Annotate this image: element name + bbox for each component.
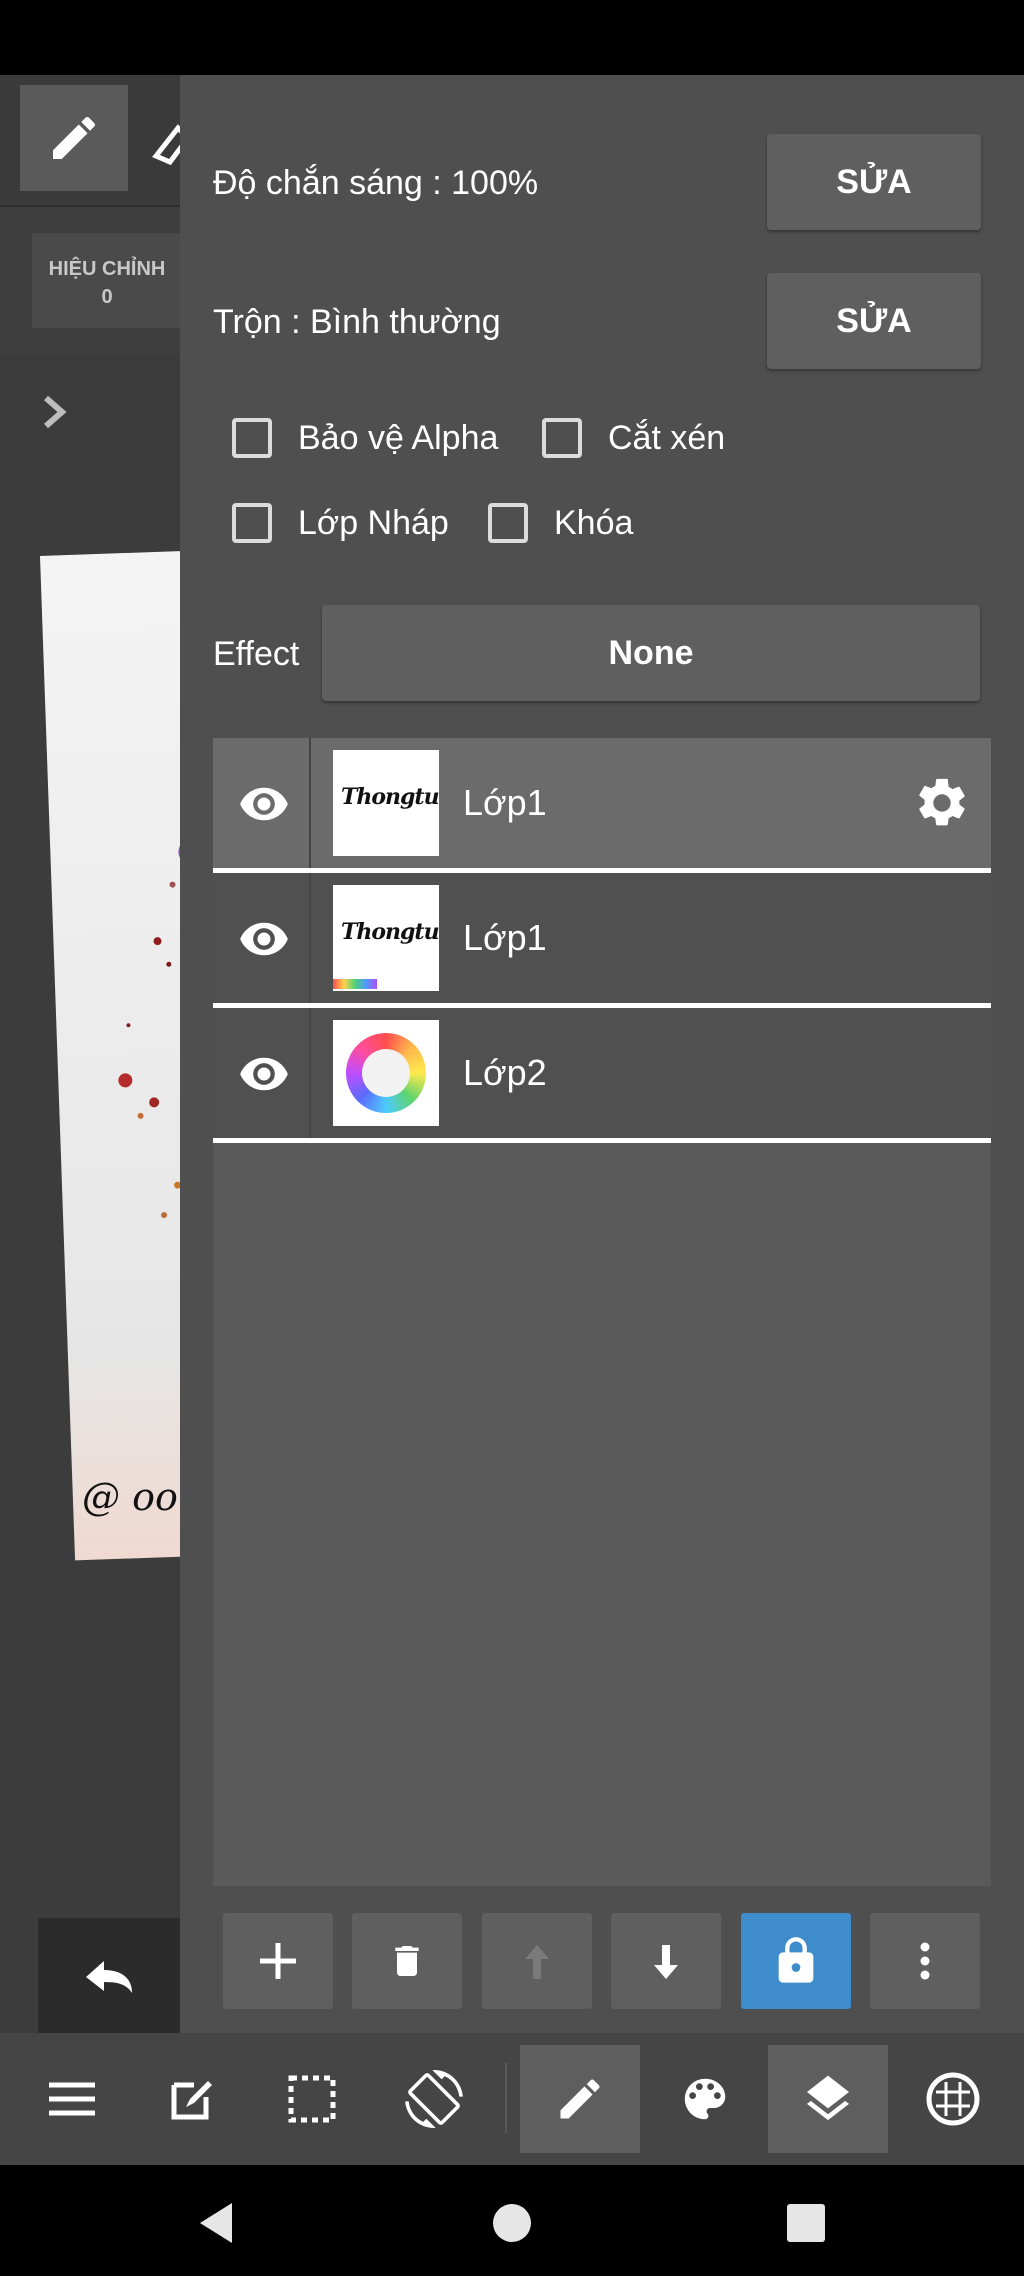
effect-label: Effect xyxy=(213,635,300,673)
thumbnail-text: Thongtu xyxy=(341,784,439,810)
layer-row[interactable]: Thongtu Lớp1 xyxy=(213,738,991,873)
checkbox-box[interactable] xyxy=(542,418,582,458)
layers-icon xyxy=(807,2075,849,2121)
checkbox-label: Lớp Nháp xyxy=(298,503,449,542)
checkbox-box[interactable] xyxy=(232,418,272,458)
divider xyxy=(505,2063,507,2133)
trash-icon xyxy=(395,1946,419,1976)
more-button[interactable] xyxy=(870,1913,980,2009)
delete-layer-button[interactable] xyxy=(352,1913,462,2009)
adjust-label: HIỆU CHỈNH xyxy=(48,258,166,280)
back-icon[interactable] xyxy=(196,2201,236,2245)
layer-row[interactable]: Thongtu Lớp1 xyxy=(213,873,991,1008)
checkbox-box[interactable] xyxy=(232,503,272,543)
layer-name: Lớp1 xyxy=(463,917,547,958)
pencil-tab[interactable] xyxy=(520,2045,640,2153)
canvas-signature: @ oo xyxy=(82,1475,178,1519)
checkbox-label: Bảo vệ Alpha xyxy=(298,418,499,457)
divider xyxy=(309,873,311,1003)
protect-alpha-checkbox[interactable]: Bảo vệ Alpha xyxy=(232,418,498,458)
lock-checkbox[interactable]: Khóa xyxy=(488,503,633,543)
checkbox-label: Khóa xyxy=(554,503,634,542)
thumbnail-text: Thongtu xyxy=(341,919,439,945)
undo-button[interactable] xyxy=(38,1918,180,2036)
recents-icon[interactable] xyxy=(786,2203,826,2243)
effect-button[interactable]: None xyxy=(322,605,980,701)
pencil-icon xyxy=(53,116,96,159)
pencil-tool-button[interactable] xyxy=(20,85,128,191)
move-up-button[interactable] xyxy=(482,1913,592,2009)
eye-icon[interactable] xyxy=(238,778,290,830)
arrow-up-icon xyxy=(525,1945,549,1979)
layer-thumbnail: Thongtu xyxy=(333,885,439,991)
divider xyxy=(309,738,311,868)
selection-button[interactable] xyxy=(252,2045,372,2153)
status-bar xyxy=(0,0,1024,75)
home-icon[interactable] xyxy=(492,2203,532,2243)
pencil-icon xyxy=(560,2079,600,2119)
layer-list[interactable]: Thongtu Lớp1 Thongtu Lớp1 Lớp2 xyxy=(213,738,991,1886)
checkbox-box[interactable] xyxy=(488,503,528,543)
palette-tab[interactable] xyxy=(645,2045,765,2153)
arrow-down-icon xyxy=(654,1945,678,1979)
menu-icon xyxy=(49,2082,95,2116)
blend-edit-button[interactable]: SỬA xyxy=(767,273,981,369)
eye-icon[interactable] xyxy=(238,1048,290,1100)
divider xyxy=(213,1138,991,1143)
lock-icon xyxy=(778,1937,814,1983)
move-down-button[interactable] xyxy=(611,1913,721,2009)
layer-row[interactable]: Lớp2 xyxy=(213,1008,991,1143)
layer-thumbnail: Thongtu xyxy=(333,750,439,856)
menu-button[interactable] xyxy=(12,2045,132,2153)
lock-layer-button[interactable] xyxy=(741,1913,851,2009)
bottom-toolbar xyxy=(0,2033,1024,2165)
divider xyxy=(0,205,180,207)
layer-name: Lớp1 xyxy=(463,782,547,823)
layer-thumbnail xyxy=(333,1020,439,1126)
adjust-button[interactable]: HIỆU CHỈNH 0 xyxy=(32,233,182,328)
edit-icon xyxy=(171,2081,212,2120)
rotate-button[interactable] xyxy=(374,2045,494,2153)
navigation-bar xyxy=(0,2165,1024,2276)
add-layer-button[interactable] xyxy=(223,1913,333,2009)
selection-icon xyxy=(288,2075,336,2123)
add-icon xyxy=(260,1943,296,1979)
gear-icon[interactable] xyxy=(913,774,971,832)
chevron-right-icon[interactable] xyxy=(36,390,76,434)
edit-button[interactable] xyxy=(132,2045,252,2153)
checkbox-label: Cắt xén xyxy=(608,418,726,457)
undo-icon xyxy=(86,1961,132,1993)
eye-icon[interactable] xyxy=(238,913,290,965)
grid-icon xyxy=(926,2072,980,2126)
draft-layer-checkbox[interactable]: Lớp Nháp xyxy=(232,503,449,543)
rotate-icon xyxy=(405,2070,463,2128)
adjust-value: 0 xyxy=(101,286,113,308)
grid-button[interactable] xyxy=(893,2045,1013,2153)
clipping-checkbox[interactable]: Cắt xén xyxy=(542,418,725,458)
palette-icon xyxy=(684,2078,726,2120)
blend-label: Trộn : Bình thường xyxy=(213,303,501,341)
layer-name: Lớp2 xyxy=(463,1052,547,1093)
layers-tab[interactable] xyxy=(768,2045,888,2153)
opacity-edit-button[interactable]: SỬA xyxy=(767,134,981,230)
opacity-label: Độ chắn sáng : 100% xyxy=(213,164,539,202)
more-vertical-icon xyxy=(920,1942,930,1980)
divider xyxy=(309,1008,311,1138)
